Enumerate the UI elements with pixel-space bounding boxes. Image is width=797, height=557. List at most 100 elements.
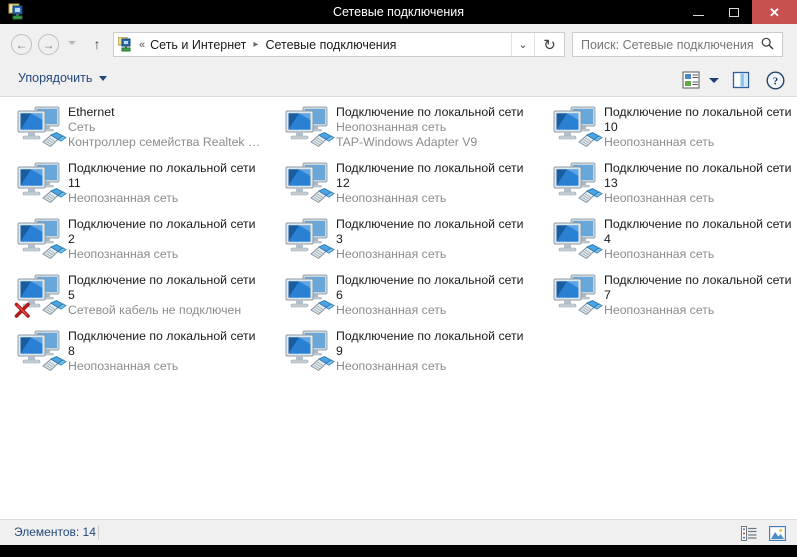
minimize-button[interactable]	[680, 0, 716, 24]
up-button[interactable]: ↑	[88, 35, 106, 53]
connection-name: Подключение по локальной сети 4	[604, 217, 792, 246]
connection-text: Подключение по локальной сети 4 Неопознан…	[604, 217, 797, 262]
connection-network-status: Неопознанная сеть	[336, 359, 447, 373]
connection-name: Подключение по локальной сети 13	[604, 161, 792, 190]
connections-list[interactable]: Ethernet Сеть Контроллер семейства Realtek…	[0, 97, 797, 519]
connection-network-status: Неопознанная сеть	[604, 303, 715, 317]
search-input[interactable]: Поиск: Сетевые подключения	[581, 38, 757, 52]
title-bar: Сетевые подключения ✕	[0, 0, 797, 24]
connection-name: Подключение по локальной сети 6	[336, 273, 524, 302]
status-divider	[98, 525, 99, 540]
large-icons-view-button[interactable]	[767, 524, 787, 542]
view-options-button[interactable]	[679, 68, 703, 92]
connection-text: Ethernet Сеть Контроллер семейства Realtek…	[68, 105, 264, 150]
connection-tile[interactable]: Ethernet Сеть Контроллер семейства Realtek…	[4, 100, 264, 156]
network-adapter-icon	[550, 272, 604, 322]
breadcrumb-separator-icon[interactable]: ▸	[253, 39, 258, 50]
back-icon: ←	[15, 37, 28, 52]
address-network-icon	[117, 36, 134, 53]
search-box[interactable]: Поиск: Сетевые подключения	[572, 32, 783, 57]
connection-name: Подключение по локальной сети 2	[68, 217, 256, 246]
connection-text: Подключение по локальной сети 10 Неопозна…	[604, 105, 797, 150]
connection-tile[interactable]: Подключение по локальной сети 11 Неопозна…	[4, 156, 264, 212]
connection-text: Подключение по локальной сети 11 Неопозна…	[68, 161, 264, 206]
connection-text: Подключение по локальной сети Неопознанна…	[336, 105, 532, 150]
breadcrumb-item-network-internet[interactable]: Сеть и Интернет	[150, 38, 246, 52]
connection-tile[interactable]: Подключение по локальной сети 10 Неопозна…	[540, 100, 797, 156]
connection-tile[interactable]: Подключение по локальной сети 3 Неопознан…	[272, 212, 532, 268]
connection-adapter-name: Контроллер семейства Realtek P...	[68, 135, 264, 149]
details-view-button[interactable]	[739, 524, 759, 542]
network-adapter-icon	[282, 160, 336, 210]
maximize-button[interactable]	[716, 0, 752, 24]
connection-name: Подключение по локальной сети 5	[68, 273, 256, 302]
network-adapter-icon	[14, 328, 68, 378]
connection-network-status: Неопознанная сеть	[336, 247, 447, 261]
network-adapter-icon	[282, 216, 336, 266]
connection-tile[interactable]: Подключение по локальной сети 9 Неопознан…	[272, 324, 532, 380]
connections-grid: Ethernet Сеть Контроллер семейства Realtek…	[0, 97, 797, 373]
connection-tile[interactable]: Подключение по локальной сети 13 Неопозна…	[540, 156, 797, 212]
recent-locations-icon[interactable]	[68, 41, 76, 45]
network-adapter-disconnected-icon	[14, 272, 68, 322]
connection-tile[interactable]: Подключение по локальной сети 8 Неопознан…	[4, 324, 264, 380]
connection-adapter-name: TAP-Windows Adapter V9	[336, 135, 478, 149]
connection-text: Подключение по локальной сети 3 Неопознан…	[336, 217, 532, 262]
view-options-chevron-down-icon[interactable]	[709, 77, 719, 83]
connection-network-status: Сеть	[68, 120, 96, 134]
connection-network-status: Неопознанная сеть	[68, 247, 179, 261]
address-bar[interactable]: « Сеть и Интернет ▸ Сетевые подключения …	[113, 32, 565, 57]
connection-tile[interactable]: Подключение по локальной сети 7 Неопознан…	[540, 268, 797, 324]
item-count-label: Элементов: 14	[14, 525, 96, 539]
connection-name: Подключение по локальной сети 12	[336, 161, 524, 190]
close-button[interactable]: ✕	[752, 0, 797, 24]
forward-button[interactable]: →	[38, 34, 59, 55]
svg-text:?: ?	[772, 75, 778, 87]
connection-text: Подключение по локальной сети 7 Неопознан…	[604, 273, 797, 318]
connection-text: Подключение по локальной сети 8 Неопознан…	[68, 329, 264, 374]
up-icon: ↑	[93, 36, 101, 52]
connection-tile[interactable]: Подключение по локальной сети 4 Неопознан…	[540, 212, 797, 268]
breadcrumb-overflow-icon[interactable]: «	[139, 39, 145, 51]
connection-network-status: Неопознанная сеть	[604, 191, 715, 205]
network-adapter-icon	[14, 216, 68, 266]
connection-network-status: Сетевой кабель не подключен	[68, 303, 242, 317]
help-button[interactable]: ?	[763, 68, 787, 92]
connection-text: Подключение по локальной сети 13 Неопозна…	[604, 161, 797, 206]
network-adapter-icon	[14, 160, 68, 210]
search-icon	[757, 37, 777, 53]
window-controls: ✕	[680, 0, 797, 24]
connection-tile[interactable]: Подключение по локальной сети 2 Неопознан…	[4, 212, 264, 268]
back-button[interactable]: ←	[11, 34, 32, 55]
connection-tile[interactable]: Подключение по локальной сети 12 Неопозна…	[272, 156, 532, 212]
status-view-buttons	[739, 524, 787, 542]
connection-network-status: Неопознанная сеть	[68, 191, 179, 205]
network-adapter-icon	[550, 216, 604, 266]
connection-name: Подключение по локальной сети 11	[68, 161, 256, 190]
organize-label: Упорядочить	[18, 71, 93, 85]
connection-name: Подключение по локальной сети 9	[336, 329, 524, 358]
organize-button[interactable]: Упорядочить	[18, 71, 108, 85]
forward-icon: →	[42, 37, 55, 52]
window-title: Сетевые подключения	[332, 5, 464, 19]
connection-tile[interactable]: Подключение по локальной сети 6 Неопознан…	[272, 268, 532, 324]
preview-pane-button[interactable]	[729, 68, 753, 92]
command-bar-right: ?	[679, 68, 787, 92]
address-dropdown-button[interactable]: ⌄	[511, 33, 534, 56]
connection-text: Подключение по локальной сети 9 Неопознан…	[336, 329, 532, 374]
connection-name: Подключение по локальной сети 8	[68, 329, 256, 358]
refresh-button[interactable]: ↻	[534, 33, 564, 56]
close-icon: ✕	[769, 4, 780, 20]
connection-network-status: Неопознанная сеть	[68, 359, 179, 373]
connection-network-status: Неопознанная сеть	[336, 303, 447, 317]
connection-name: Подключение по локальной сети 7	[604, 273, 792, 302]
breadcrumb-item-network-connections[interactable]: Сетевые подключения	[265, 38, 396, 52]
command-bar: Упорядочить ?	[0, 64, 797, 97]
connection-network-status: Неопознанная сеть	[336, 191, 447, 205]
network-adapter-icon	[14, 104, 68, 154]
connection-tile[interactable]: Подключение по локальной сети 5 Сетевой к…	[4, 268, 264, 324]
network-connections-icon	[8, 3, 26, 21]
network-adapter-icon	[550, 160, 604, 210]
connection-tile[interactable]: Подключение по локальной сети Неопознанна…	[272, 100, 532, 156]
minimize-icon	[692, 14, 704, 16]
